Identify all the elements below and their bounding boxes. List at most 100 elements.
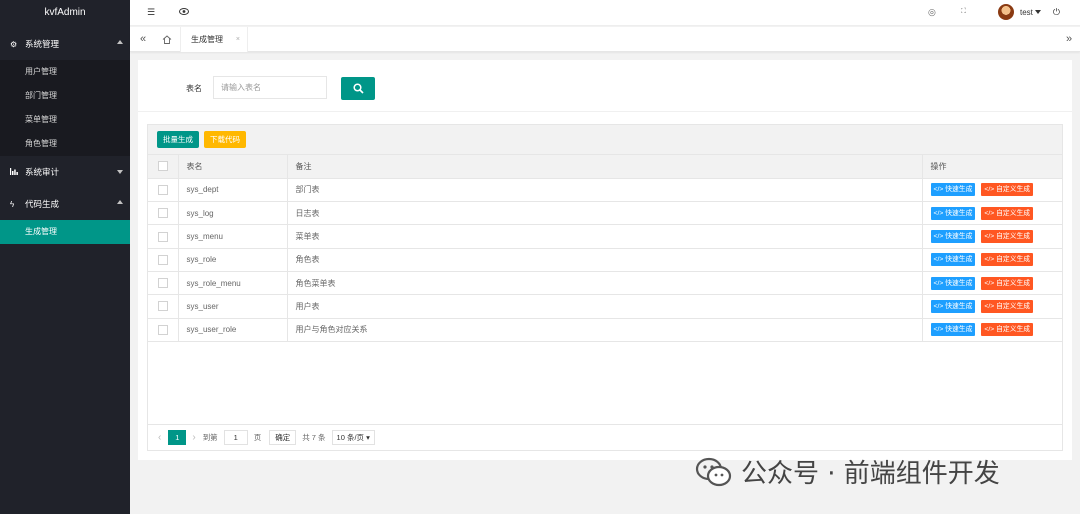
cell-remark: 日志表 [287, 201, 923, 226]
table-body: sys_dept 部门表 </> 快速生成 </> 自定义生成 sys_log 日志表 </… [148, 178, 1062, 342]
quick-generate-button[interactable]: </> 快速生成 [930, 206, 976, 220]
goto-page-input[interactable]: 1 [223, 430, 248, 445]
sidebar-item-roles[interactable]: 角色管理 [0, 132, 130, 156]
custom-generate-label: 自定义生成 [996, 186, 1031, 194]
custom-generate-button[interactable]: </> 自定义生成 [981, 299, 1034, 313]
page-size-select[interactable]: 10 条/页 ▾ [331, 430, 375, 445]
app-logo[interactable]: kvfAdmin [0, 0, 130, 28]
chevron-down-icon [117, 170, 123, 174]
sidebar: kvfAdmin ⚙ 系统管理 用户管理 部门管理 菜单管理 角色管理 系统审计… [0, 0, 130, 514]
main-card: 表名 批量生成 下载代码 表名 备注 操作 sys_dept部门表 </> 快速生… [138, 60, 1072, 460]
next-page-icon[interactable]: › [192, 432, 195, 443]
row-checkbox[interactable] [158, 278, 168, 289]
menu-toggle-icon[interactable]: ☰ [147, 7, 155, 18]
home-icon[interactable] [156, 27, 178, 52]
chevron-up-icon [117, 200, 123, 204]
username[interactable]: test [1020, 8, 1033, 17]
pagination: ‹ 1 › 到第 1 页 确定 共 7 条 10 条/页 ▾ [148, 424, 1062, 450]
batch-generate-button[interactable]: 批量生成 [157, 131, 199, 148]
quick-generate-label: 快速生成 [945, 279, 973, 287]
tabs-scroll-right-icon[interactable]: » [1058, 27, 1080, 52]
quick-generate-button[interactable]: </> 快速生成 [930, 183, 976, 197]
quick-generate-button[interactable]: </> 快速生成 [930, 323, 976, 337]
row-checkbox[interactable] [158, 208, 168, 219]
search-icon [353, 83, 364, 94]
row-checkbox[interactable] [158, 254, 168, 265]
watermark: 公众号 · 前端组件开发 [695, 453, 1000, 490]
table-row[interactable]: sys_menu 菜单表 </> 快速生成 </> 自定义生成 [148, 224, 1062, 249]
custom-generate-button[interactable]: </> 自定义生成 [981, 183, 1034, 197]
sidebar-item-users[interactable]: 用户管理 [0, 60, 130, 84]
goto-confirm-button[interactable]: 确定 [269, 430, 297, 445]
table: 表名 备注 操作 sys_dept 部门表 </> 快速生成 </> 自定义生成 sys… [148, 155, 1062, 342]
page-current[interactable]: 1 [168, 430, 187, 445]
row-checkbox[interactable] [158, 184, 168, 195]
tab-label: 生成管理 [191, 35, 223, 44]
custom-generate-button[interactable]: </> 自定义生成 [981, 206, 1034, 220]
custom-generate-button[interactable]: </> 自定义生成 [981, 323, 1034, 337]
row-checkbox[interactable] [158, 324, 168, 335]
sidebar-item-generate[interactable]: 生成管理 [0, 220, 130, 244]
search-bar: 表名 [138, 60, 1072, 112]
close-icon[interactable]: × [236, 27, 240, 52]
table-row[interactable]: sys_user_role 用户与角色对应关系 </> 快速生成 </> 自定义生成 [148, 318, 1062, 342]
column-header-name[interactable]: 表名 [178, 155, 288, 179]
table-row[interactable]: sys_user 用户表 </> 快速生成 </> 自定义生成 [148, 294, 1062, 319]
custom-generate-button[interactable]: </> 自定义生成 [981, 276, 1034, 290]
table-row[interactable]: sys_log 日志表 </> 快速生成 </> 自定义生成 [148, 201, 1062, 226]
sidebar-item-menus[interactable]: 菜单管理 [0, 108, 130, 132]
caret-down-icon[interactable] [1034, 10, 1041, 14]
sidebar-group-audit[interactable]: 系统审计 [0, 156, 130, 188]
search-button[interactable] [341, 77, 375, 100]
cell-table-name: sys_role [178, 248, 288, 272]
table-row[interactable]: sys_role 角色表 </> 快速生成 </> 自定义生成 [148, 248, 1062, 272]
custom-generate-button[interactable]: </> 自定义生成 [981, 253, 1034, 267]
custom-generate-button[interactable]: </> 自定义生成 [981, 230, 1034, 244]
total-count: 共 7 条 [302, 433, 326, 442]
data-table: 批量生成 下载代码 表名 备注 操作 sys_dept 部门表 </> 快速生成 </… [147, 124, 1063, 451]
power-icon[interactable]: ⏻ [1053, 7, 1060, 18]
tabs-scroll-left-icon[interactable]: « [132, 27, 154, 52]
eye-icon[interactable] [179, 7, 189, 17]
custom-generate-label: 自定义生成 [996, 279, 1031, 287]
quick-generate-button[interactable]: </> 快速生成 [930, 253, 976, 267]
table-name-input[interactable] [213, 76, 327, 99]
bar-chart-icon [10, 167, 22, 177]
custom-generate-label: 自定义生成 [996, 302, 1031, 310]
quick-generate-button[interactable]: </> 快速生成 [930, 299, 976, 313]
cell-remark: 部门表 [287, 178, 923, 203]
bolt-icon: ϟ [10, 199, 15, 209]
user-menu[interactable]: test ⏻ [997, 4, 1060, 20]
sidebar-group-label: 系统审计 [25, 167, 60, 177]
cell-remark: 用户与角色对应关系 [287, 318, 923, 342]
custom-generate-label: 自定义生成 [996, 209, 1031, 217]
sidebar-item-departments[interactable]: 部门管理 [0, 84, 130, 108]
quick-generate-label: 快速生成 [945, 233, 973, 241]
theme-icon[interactable]: ◎ [928, 7, 936, 18]
quick-generate-button[interactable]: </> 快速生成 [930, 276, 976, 290]
prev-page-icon[interactable]: ‹ [158, 432, 161, 443]
table-row[interactable]: sys_dept 部门表 </> 快速生成 </> 自定义生成 [148, 178, 1062, 203]
avatar[interactable] [997, 4, 1014, 20]
select-all-checkbox[interactable] [158, 161, 168, 172]
row-checkbox[interactable] [158, 231, 168, 242]
custom-generate-label: 自定义生成 [996, 233, 1031, 241]
tab-bar: « 生成管理 × » [130, 27, 1080, 52]
column-header-remark[interactable]: 备注 [287, 155, 923, 179]
table-row[interactable]: sys_role_menu 角色菜单表 </> 快速生成 </> 自定义生成 [148, 271, 1062, 296]
sidebar-group-system[interactable]: ⚙ 系统管理 [0, 28, 130, 60]
search-label: 表名 [186, 84, 202, 93]
sidebar-group-codegen[interactable]: ϟ 代码生成 [0, 188, 130, 220]
cell-remark: 角色表 [287, 248, 923, 272]
sidebar-group-label: 系统管理 [25, 39, 60, 49]
fullscreen-icon[interactable]: ⛶ [961, 8, 966, 16]
tab-generate[interactable]: 生成管理 × [180, 27, 248, 52]
gears-icon: ⚙ [10, 39, 18, 49]
wechat-icon [695, 457, 732, 486]
quick-generate-button[interactable]: </> 快速生成 [930, 230, 976, 244]
download-code-button[interactable]: 下载代码 [204, 131, 246, 148]
row-checkbox[interactable] [158, 301, 168, 312]
watermark-text: 公众号 · 前端组件开发 [741, 459, 1000, 489]
quick-generate-label: 快速生成 [945, 302, 973, 310]
quick-generate-label: 快速生成 [945, 256, 973, 264]
